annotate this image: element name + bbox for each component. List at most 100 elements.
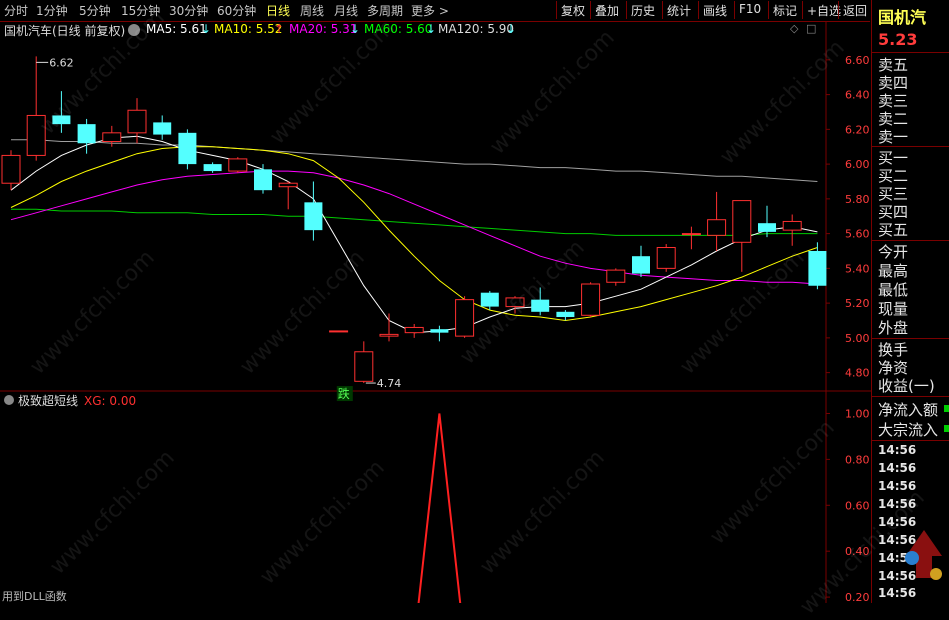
candle-body xyxy=(127,109,147,134)
indicator-tick-label: 0.40 xyxy=(845,545,870,558)
indicator-title: 极致超短线 xyxy=(18,393,78,408)
candle xyxy=(304,181,323,241)
panel-price: 5.23 xyxy=(878,30,918,49)
candle-body xyxy=(203,164,222,172)
candle xyxy=(556,310,575,321)
candle-body xyxy=(153,122,172,135)
high-price-label: 6.62 xyxy=(49,56,73,69)
tick-time: 14:56 xyxy=(878,443,917,457)
tick-time: 14:56 xyxy=(878,461,917,475)
candle-body xyxy=(656,247,676,269)
tick-time: 14:56 xyxy=(878,497,917,511)
price-tick-label: 5.40 xyxy=(845,262,870,275)
low-price-label: 4.74 xyxy=(377,377,402,390)
candle-body xyxy=(254,169,272,191)
ask-1-label: 卖一 xyxy=(878,128,909,146)
candle-body xyxy=(26,114,46,156)
candle xyxy=(782,214,802,246)
price-tick-label: 6.00 xyxy=(845,158,870,171)
candle-body xyxy=(732,200,752,243)
indicator-footer: 用到DLL函数 xyxy=(2,590,67,603)
candle-body xyxy=(455,299,475,337)
candle-body xyxy=(758,223,776,232)
candle xyxy=(379,313,399,342)
tick-time: 14:56 xyxy=(878,515,917,529)
candle-body xyxy=(782,220,802,231)
candle-body xyxy=(354,351,374,382)
ma120-line xyxy=(11,139,818,182)
panel-stock-name: 国机汽 xyxy=(878,8,927,27)
high-label: 最高 xyxy=(878,262,909,280)
candle xyxy=(531,287,550,316)
outer-disk-label: 外盘 xyxy=(878,319,909,337)
candle-body xyxy=(1,154,21,184)
candle xyxy=(178,129,197,170)
price-tick-label: 5.00 xyxy=(845,332,870,345)
price-tick-label: 5.80 xyxy=(845,193,870,206)
candle xyxy=(430,325,449,342)
volume-label: 现量 xyxy=(878,300,909,318)
indicator-signal-line xyxy=(417,413,462,603)
candle-body xyxy=(404,326,424,334)
candle-body xyxy=(632,256,650,274)
candle-body xyxy=(808,250,827,286)
indicator-tick-label: 0.60 xyxy=(845,499,870,512)
inflow-bar-2 xyxy=(944,425,949,432)
quote-panel: 国机汽 5.23 卖五 卖四 卖三 卖二 卖一 买一 买二 买三 买四 买五 今… xyxy=(871,0,949,603)
candle-body xyxy=(606,269,626,283)
price-tick-label: 5.20 xyxy=(845,297,870,310)
block-inflow-label: 大宗流入 xyxy=(878,421,939,439)
candle-body xyxy=(178,132,197,165)
price-tick-label: 6.60 xyxy=(845,54,870,67)
indicator-xg-value: XG: 0.00 xyxy=(84,394,136,408)
bid-5-label: 买五 xyxy=(878,221,909,239)
candle xyxy=(707,191,727,251)
tick-time: 14:56 xyxy=(878,479,917,493)
candle xyxy=(278,181,298,210)
candle xyxy=(254,164,272,194)
candle xyxy=(77,118,96,154)
fall-badge: 跌 xyxy=(338,386,350,401)
candle-body xyxy=(681,233,701,236)
candle xyxy=(581,282,601,318)
candle xyxy=(606,268,626,286)
price-tick-label: 6.20 xyxy=(845,123,870,136)
candle xyxy=(681,226,701,250)
indicator-tick-label: 0.80 xyxy=(845,453,870,466)
candle xyxy=(228,157,248,173)
candle-body xyxy=(707,219,727,236)
candle xyxy=(329,330,349,333)
ma20-line xyxy=(10,170,818,285)
candle xyxy=(203,162,222,173)
candle xyxy=(1,150,21,191)
candle-body xyxy=(278,182,298,188)
candle-body xyxy=(102,132,122,143)
price-tick-label: 4.80 xyxy=(845,367,870,380)
indicator-tick-label: 0.20 xyxy=(845,591,870,603)
ma60-line xyxy=(11,208,818,236)
candle-body xyxy=(304,202,323,231)
candle-body xyxy=(52,115,71,125)
candle-body xyxy=(581,283,601,316)
candle-body xyxy=(531,299,550,312)
candle xyxy=(26,56,46,161)
candle xyxy=(632,245,650,278)
candle-body xyxy=(505,297,525,308)
candle xyxy=(354,341,374,384)
price-tick-label: 5.60 xyxy=(845,228,870,241)
logo-icon xyxy=(905,530,942,580)
net-inflow-label: 净流入额 xyxy=(878,401,939,419)
candle-body xyxy=(556,311,575,318)
candle xyxy=(153,115,172,140)
low-label: 最低 xyxy=(878,281,909,299)
candle-body xyxy=(480,292,499,307)
candle-body xyxy=(77,124,96,144)
candle-body xyxy=(329,330,349,333)
kline-chart[interactable]: 6.60 6.40 6.20 6.00 5.80 5.60 5.40 5.20 5.00 4.80… xyxy=(0,0,871,603)
candle xyxy=(52,91,71,133)
candle xyxy=(404,323,424,338)
earnings-label: 收益(一) xyxy=(878,377,935,395)
indicator-menu-icon xyxy=(4,395,14,405)
candle-body xyxy=(430,329,449,333)
open-label: 今开 xyxy=(878,243,909,261)
